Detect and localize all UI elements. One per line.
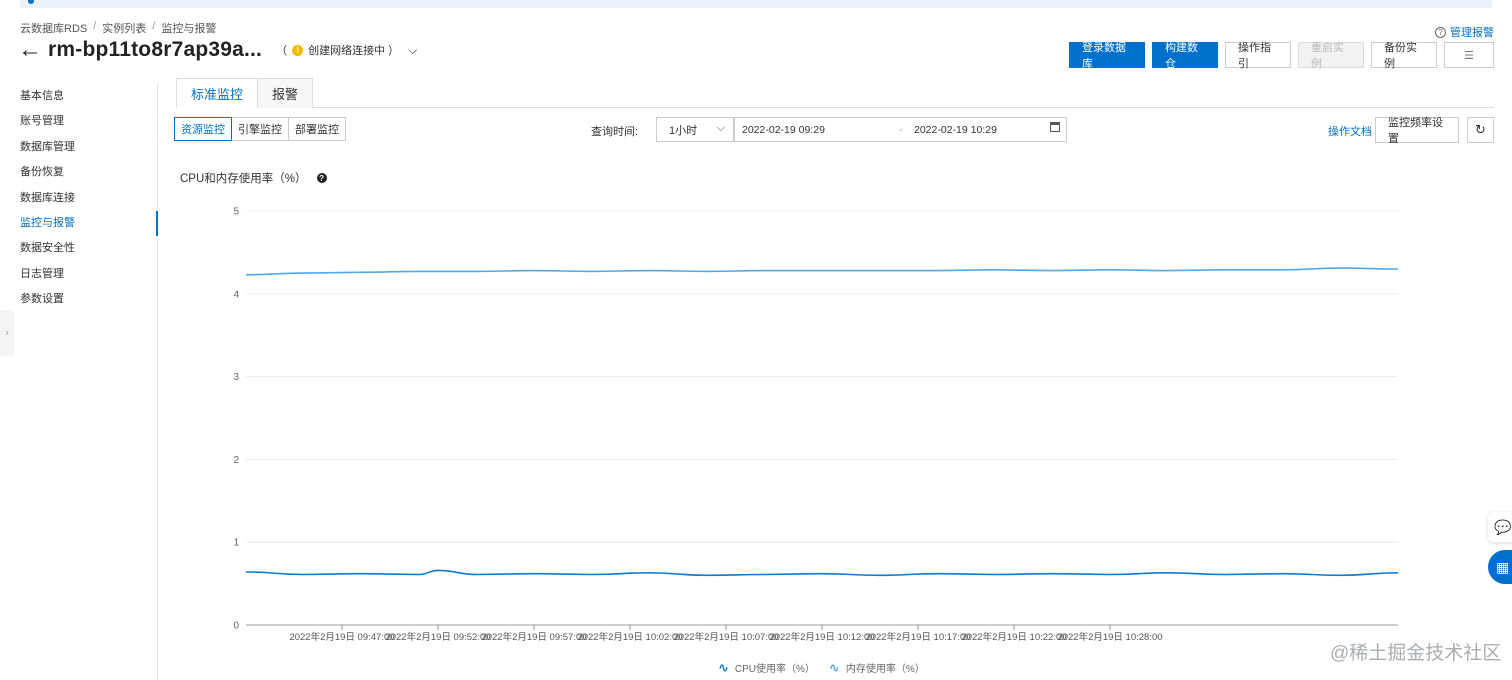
sidebar-item-params[interactable]: 参数设置 [0,287,157,312]
warning-icon: ! [292,44,304,56]
help-circle-icon: ? [1435,26,1446,38]
more-button[interactable]: ☰ [1444,42,1494,68]
date-range-picker[interactable]: 2022-02-19 09:29 - 2022-02-19 10:29 [734,117,1067,142]
sidebar-item-accounts[interactable]: 账号管理 [0,109,157,134]
chat-icon: 💬 [1494,518,1512,535]
end-date: 2022-02-19 10:29 [914,123,997,136]
x-tick-label: 2022年2月19日 10:17:00 [865,631,970,643]
apps-icon: ▦ [1496,558,1510,575]
start-date: 2022-02-19 09:29 [742,123,825,136]
sidebar-item-databases[interactable]: 数据库管理 [0,135,157,160]
legend-label-cpu: CPU使用率（%） [734,664,815,675]
monitor-type-switch: 资源监控 引擎监控 部署监控 [174,117,346,141]
chart-legend: ∿ CPU使用率（%） ∿ 内存使用率（%） [718,660,925,675]
sidebar: 基本信息 账号管理 数据库管理 备份恢复 数据库连接 监控与报警 数据安全性 日… [0,84,158,680]
cpu-series-line [245,569,1399,577]
list-icon: ☰ [1464,49,1474,62]
header-actions: 登录数据库 构建数仓 操作指引 重启实例 备份实例 ☰ [1069,42,1494,70]
page-title: rm-bp11to8r7ap39a... [48,38,263,61]
time-range-select[interactable]: 1小时 ⌵ [656,117,734,142]
manage-alert-label: 管理报警 [1450,27,1494,39]
sidebar-item-security[interactable]: 数据安全性 [0,236,157,261]
tab-bar: 标准监控 报警 [176,78,314,108]
y-tick-label: 5 [233,207,239,218]
legend-swatch-cpu: ∿ [718,660,729,675]
back-arrow-icon[interactable]: ← [18,38,42,62]
sidebar-item-basic-info[interactable]: 基本信息 [0,84,157,109]
manage-alert-link[interactable]: ? 管理报警 [1435,24,1494,40]
tabs-divider [176,107,1494,108]
x-tick-label: 2022年2月19日 10:07:00 [673,631,778,643]
breadcrumb: 云数据库RDS / 实例列表 / 监控与报警 [20,20,216,36]
sidebar-item-logs[interactable]: 日志管理 [0,262,157,287]
x-tick-label: 2022年2月19日 10:22:00 [961,631,1066,643]
help-icon[interactable]: ? [316,173,327,183]
build-warehouse-button[interactable]: 构建数仓 [1152,42,1218,70]
breadcrumb-separator: / [93,20,97,32]
y-tick-label: 1 [233,538,239,549]
x-tick-label: 2022年2月19日 10:28:00 [1057,631,1162,643]
breadcrumb-item-instances[interactable]: 实例列表 [102,20,146,36]
query-time-label: 查询时间: [591,126,639,138]
chart-title: CPU和内存使用率（%） ? [180,170,327,186]
paren-open: （ [276,45,288,57]
apps-float-button[interactable]: ▦ [1488,550,1512,584]
y-tick-label: 2 [233,455,239,466]
notice-banner [20,0,1492,8]
y-tick-label: 3 [233,372,239,383]
status-text: 创建网络连接中 ） [308,45,400,57]
operation-doc-link[interactable]: 操作文档 [1328,123,1372,139]
chevron-right-icon: › [5,327,9,339]
legend-item-cpu[interactable]: ∿ CPU使用率（%） [718,660,815,675]
sidebar-toggle[interactable]: › [0,310,14,356]
watermark: @稀土掘金技术社区 [1330,643,1502,664]
date-separator: - [899,123,903,136]
tab-standard-monitoring[interactable]: 标准监控 [176,78,259,108]
memory-series-line [245,267,1399,276]
page-header: ← rm-bp11to8r7ap39a... （ ! 创建网络连接中 ） ⌵ [18,38,417,62]
sidebar-item-connection[interactable]: 数据库连接 [0,186,157,211]
sidebar-item-backup[interactable]: 备份恢复 [0,160,157,185]
monitor-frequency-button[interactable]: 监控频率设置 [1375,117,1459,145]
chat-float-button[interactable]: 💬 [1488,512,1512,542]
calendar-icon [1050,122,1060,132]
chart-title-text: CPU和内存使用率（%） [180,173,307,185]
x-tick-label: 2022年2月19日 09:57:00 [481,631,586,643]
breadcrumb-item-current: 监控与报警 [161,23,217,35]
breadcrumb-item-rds[interactable]: 云数据库RDS [20,20,87,36]
y-tick-label: 0 [233,621,239,632]
guide-button[interactable]: 操作指引 [1225,42,1291,70]
chevron-down-icon: ⌵ [408,42,418,57]
time-range-value: 1小时 [669,124,698,137]
sidebar-item-monitoring[interactable]: 监控与报警 [0,210,158,237]
restart-button[interactable]: 重启实例 [1298,42,1364,70]
login-db-button[interactable]: 登录数据库 [1069,42,1145,70]
deploy-monitor-button[interactable]: 部署监控 [288,117,346,141]
breadcrumb-separator: / [152,20,156,32]
x-tick-label: 2022年2月19日 10:02:00 [577,631,682,643]
x-tick-label: 2022年2月19日 09:52:00 [385,631,490,643]
legend-item-memory[interactable]: ∿ 内存使用率（%） [829,660,925,675]
legend-swatch-memory: ∿ [828,660,840,675]
x-tick-label: 2022年2月19日 10:12:00 [769,631,874,643]
resource-monitor-button[interactable]: 资源监控 [174,117,232,141]
engine-monitor-button[interactable]: 引擎监控 [231,117,289,141]
tab-alerts[interactable]: 报警 [257,78,314,108]
y-tick-label: 4 [233,289,239,300]
chevron-down-icon: ⌵ [716,122,725,134]
status-indicator[interactable]: （ ! 创建网络连接中 ） ⌵ [276,42,417,58]
backup-button[interactable]: 备份实例 [1371,42,1437,70]
legend-label-memory: 内存使用率（%） [845,664,925,675]
x-tick-label: 2022年2月19日 09:47:00 [289,631,394,643]
refresh-icon[interactable]: ↻ [1467,117,1494,143]
